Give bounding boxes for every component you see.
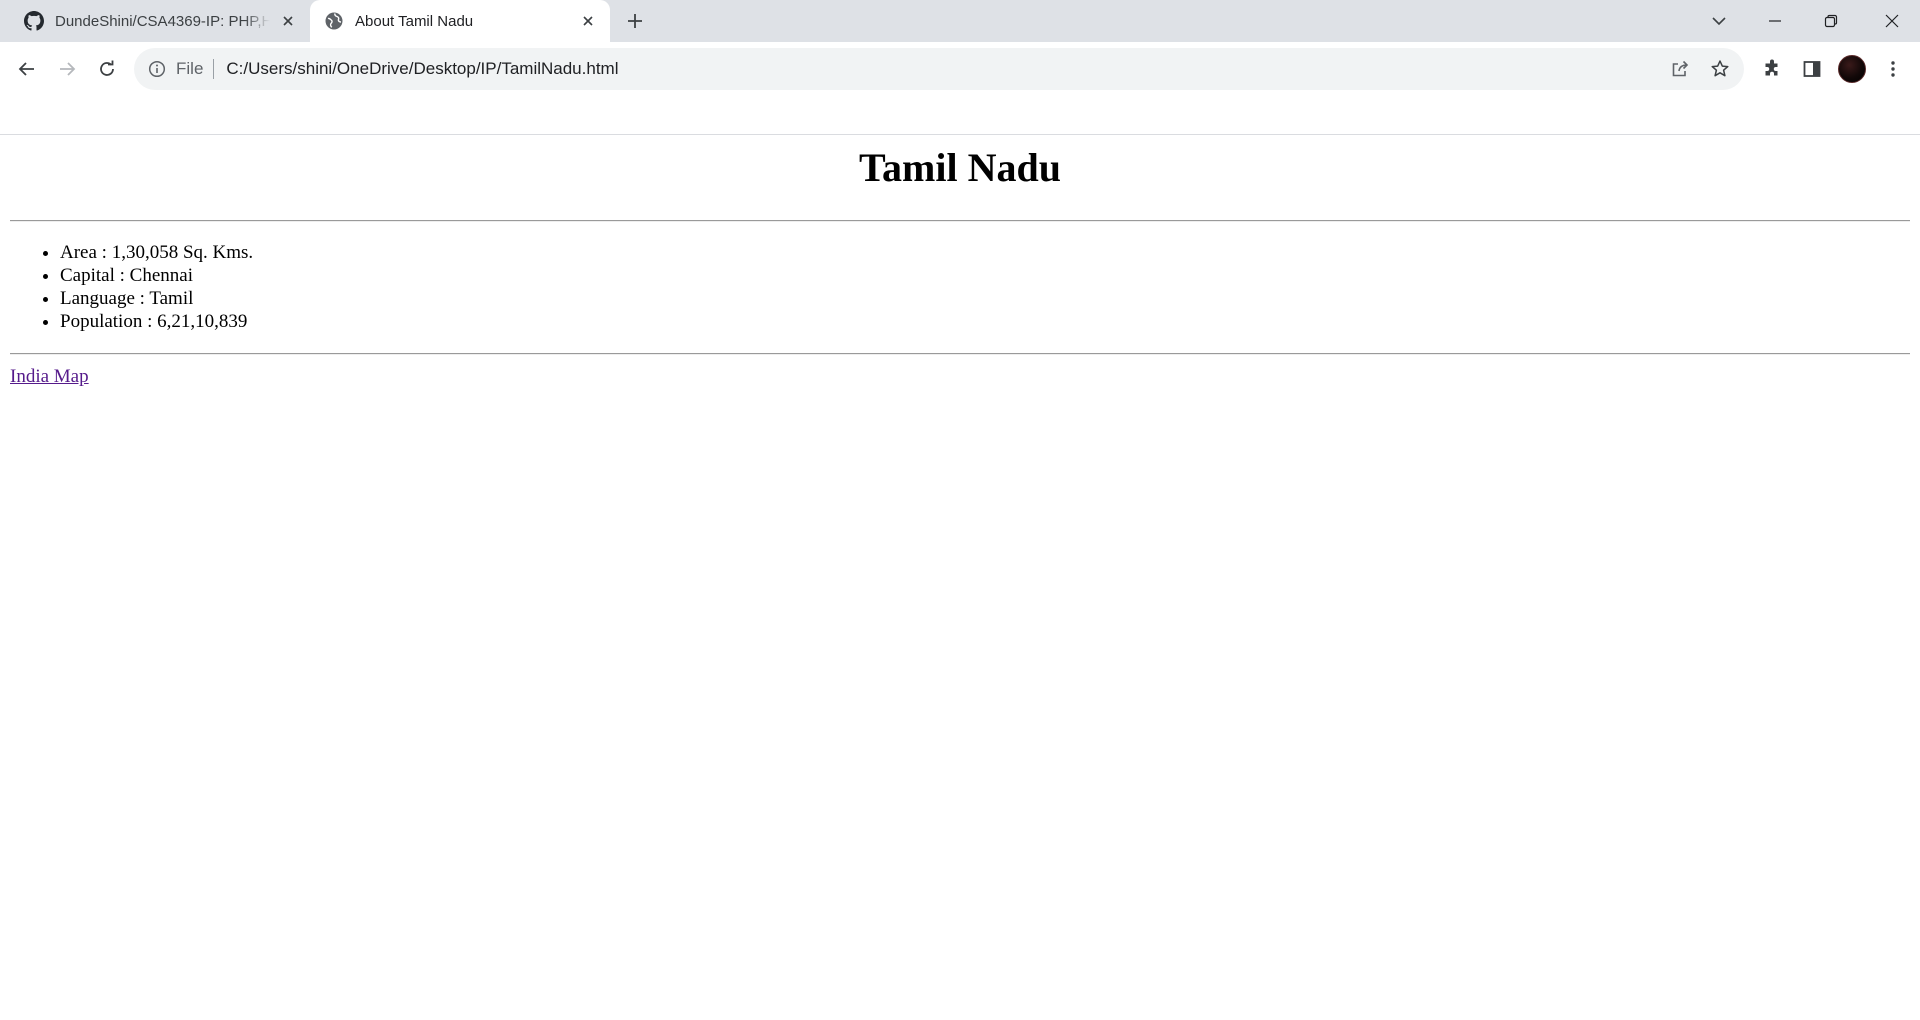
minimize-icon bbox=[1769, 20, 1781, 22]
side-panel-icon bbox=[1803, 61, 1821, 77]
chrome-menu-button[interactable] bbox=[1877, 53, 1909, 85]
plus-icon bbox=[628, 14, 642, 28]
minimize-button[interactable] bbox=[1747, 0, 1803, 42]
share-button[interactable] bbox=[1664, 53, 1696, 85]
reload-icon bbox=[100, 60, 114, 76]
globe-icon bbox=[325, 12, 343, 30]
web-page: Tamil Nadu Area : 1,30,058 Sq. Kms. Capi… bbox=[0, 135, 1920, 1020]
arrow-right-icon bbox=[60, 62, 76, 76]
india-map-link[interactable]: India Map bbox=[10, 366, 89, 388]
back-button[interactable] bbox=[11, 53, 43, 85]
profile-avatar[interactable] bbox=[1838, 55, 1866, 83]
info-icon[interactable] bbox=[148, 60, 166, 78]
horizontal-rule-top bbox=[10, 220, 1910, 222]
fact-capital: Capital : Chennai bbox=[60, 264, 253, 287]
star-icon bbox=[1711, 60, 1729, 77]
tab-title: DundeShini/CSA4369-IP: PHP,HT bbox=[55, 12, 270, 30]
bookmark-button[interactable] bbox=[1704, 53, 1736, 85]
tab-search-button[interactable] bbox=[1691, 0, 1747, 42]
fact-language: Language : Tamil bbox=[60, 287, 253, 310]
forward-button[interactable] bbox=[51, 53, 83, 85]
chevron-down-icon bbox=[1712, 17, 1726, 26]
share-icon bbox=[1672, 60, 1689, 77]
restore-button[interactable] bbox=[1803, 0, 1859, 42]
fact-population: Population : 6,21,10,839 bbox=[60, 310, 253, 333]
reload-button[interactable] bbox=[91, 53, 123, 85]
side-panel-button[interactable] bbox=[1796, 53, 1828, 85]
close-icon[interactable] bbox=[278, 11, 298, 31]
toolbar: File C:/Users/shini/OneDrive/Desktop/IP/… bbox=[0, 42, 1920, 96]
arrow-left-icon bbox=[18, 62, 34, 76]
tab-about-tamil-nadu[interactable]: About Tamil Nadu bbox=[310, 0, 610, 42]
kebab-menu-icon bbox=[1891, 61, 1895, 77]
browser-window: DundeShini/CSA4369-IP: PHP,HT About Tami… bbox=[0, 0, 1920, 1020]
tab-title: About Tamil Nadu bbox=[355, 12, 474, 30]
new-tab-button[interactable] bbox=[621, 9, 649, 33]
scheme-label: File bbox=[176, 59, 215, 79]
url-text[interactable]: C:/Users/shini/OneDrive/Desktop/IP/Tamil… bbox=[226, 59, 1664, 79]
restore-icon bbox=[1824, 14, 1838, 28]
close-icon[interactable] bbox=[578, 11, 598, 31]
puzzle-icon bbox=[1765, 59, 1778, 76]
github-icon bbox=[24, 11, 44, 31]
tab-github-repo[interactable]: DundeShini/CSA4369-IP: PHP,HT bbox=[0, 0, 310, 42]
page-title: Tamil Nadu bbox=[859, 145, 1061, 190]
tab-strip: DundeShini/CSA4369-IP: PHP,HT About Tami… bbox=[0, 0, 1920, 42]
fact-area: Area : 1,30,058 Sq. Kms. bbox=[60, 241, 253, 264]
close-icon bbox=[1885, 14, 1899, 28]
close-window-button[interactable] bbox=[1864, 0, 1920, 42]
facts-list: Area : 1,30,058 Sq. Kms. Capital : Chenn… bbox=[0, 241, 253, 333]
extensions-button[interactable] bbox=[1756, 53, 1788, 85]
address-bar[interactable]: File C:/Users/shini/OneDrive/Desktop/IP/… bbox=[134, 48, 1744, 90]
horizontal-rule-bottom bbox=[10, 353, 1910, 355]
